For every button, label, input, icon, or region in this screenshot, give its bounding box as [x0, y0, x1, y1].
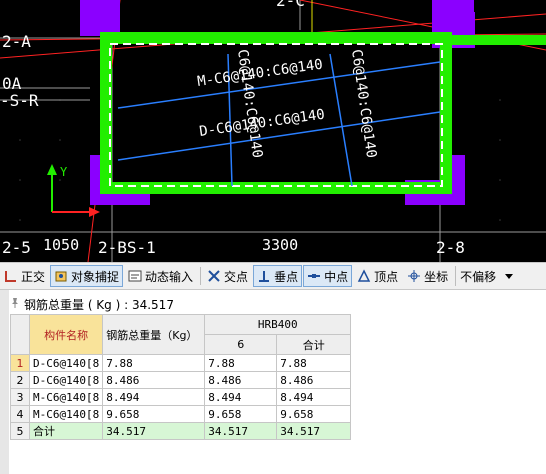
dimension-3300: 3300	[262, 236, 298, 254]
rebar-label-top: M-C6@140:C6@140	[196, 57, 323, 90]
header-total-weight[interactable]: 钢筋总重量（Kg）	[102, 314, 206, 355]
dynamic-input-button[interactable]: 动态输入	[124, 265, 197, 287]
grid-label-2c: 2-C	[276, 0, 305, 10]
grid-label-2-bs-1: 2-BS-1	[98, 238, 156, 257]
midpoint-button[interactable]: 中点	[303, 265, 353, 287]
perpendicular-button[interactable]: 垂点	[253, 265, 303, 287]
grid-label-2a: 2-A	[2, 32, 31, 51]
dynamic-input-label: 动态输入	[145, 269, 194, 284]
row-name: D-C6@140[8	[28, 371, 104, 389]
cad-drawing-canvas[interactable]: M-C6@140:C6@140 D-C6@140:C6@140 C6@140:C…	[0, 0, 546, 262]
row-index: 3	[10, 388, 30, 406]
row-d6: 8.494	[204, 388, 278, 406]
row-name: D-C6@140[8	[28, 354, 104, 372]
snap-toolbar: 正交 对象捕捉 动态输入 交点 垂点 中点 顶点 坐标 不偏移	[0, 262, 546, 290]
pin-icon	[12, 298, 18, 308]
columns	[80, 0, 475, 205]
ucs-y-label: Y	[60, 165, 68, 179]
vertex-icon	[357, 269, 371, 283]
header-diameter-6[interactable]: 6	[204, 334, 278, 355]
ortho-label: 正交	[21, 269, 46, 284]
grid-label-2-8: 2-8	[436, 238, 465, 257]
wall-outline	[100, 32, 546, 194]
row-sum: 8.486	[276, 371, 352, 389]
table-row[interactable]: 4 M-C6@140[8 9.658 9.658 9.658	[10, 405, 352, 423]
row-d6: 34.517	[204, 422, 278, 440]
grid-label-s-r: -S-R	[0, 91, 39, 110]
row-total-weight: 8.486	[102, 371, 206, 389]
grid-label-2-5: 2-5	[2, 238, 31, 257]
offset-select-value: 不偏移	[460, 269, 497, 284]
dimension-1050: 1050	[43, 236, 79, 254]
header-name[interactable]: 构件名称	[28, 314, 104, 355]
object-snap-button[interactable]: 对象捕捉	[50, 265, 124, 287]
row-total-weight: 34.517	[102, 422, 206, 440]
header-sub-total[interactable]: 合计	[276, 334, 352, 355]
midpoint-icon	[307, 269, 321, 283]
object-snap-label: 对象捕捉	[71, 269, 120, 284]
row-index: 4	[10, 405, 30, 423]
ortho-button[interactable]: 正交	[0, 265, 49, 287]
row-total-weight: 8.494	[102, 388, 206, 406]
object-snap-icon	[54, 269, 68, 283]
table-row[interactable]: 2 D-C6@140[8 8.486 8.486 8.486	[10, 371, 352, 389]
table-row[interactable]: 1 D-C6@140[8 7.88 7.88 7.88	[10, 354, 352, 372]
row-d6: 7.88	[204, 354, 278, 372]
row-sum: 7.88	[276, 354, 352, 372]
row-name: 合计	[28, 422, 104, 440]
vertex-label: 顶点	[374, 269, 399, 284]
row-d6: 8.486	[204, 371, 278, 389]
coordinate-label: 坐标	[424, 269, 449, 284]
row-index: 2	[10, 371, 30, 389]
coordinate-button[interactable]: 坐标	[403, 265, 452, 287]
panel-grip[interactable]	[0, 290, 9, 474]
intersection-button[interactable]: 交点	[203, 265, 252, 287]
row-sum: 34.517	[276, 422, 352, 440]
midpoint-label: 中点	[324, 269, 349, 284]
vertex-button[interactable]: 顶点	[353, 265, 402, 287]
row-total-weight: 9.658	[102, 405, 206, 423]
offset-select[interactable]: 不偏移	[455, 266, 514, 286]
perpendicular-icon	[257, 269, 271, 283]
perpendicular-label: 垂点	[274, 269, 299, 284]
ortho-icon	[4, 269, 18, 283]
total-weight-summary: 钢筋总重量 ( Kg ) : 34.517	[24, 298, 174, 312]
row-sum: 8.494	[276, 388, 352, 406]
row-name: M-C6@140[8	[28, 388, 104, 406]
row-index: 1	[10, 354, 30, 372]
toolbar-separator	[200, 267, 202, 285]
chevron-down-icon	[505, 273, 514, 279]
coordinate-icon	[407, 269, 421, 283]
row-sum: 9.658	[276, 405, 352, 423]
row-d6: 9.658	[204, 405, 278, 423]
rebar-weight-table: 构件名称 钢筋总重量（Kg） HRB400 6 合计 1 D-C6@140[8 …	[10, 314, 352, 440]
row-index: 5	[10, 422, 30, 440]
row-total-weight: 7.88	[102, 354, 206, 372]
corner-cell	[10, 314, 30, 355]
table-total-row[interactable]: 5 合计 34.517 34.517 34.517	[10, 422, 352, 440]
intersection-icon	[207, 269, 221, 283]
header-hrb400[interactable]: HRB400	[204, 314, 352, 335]
rebar-label-right: C6@140:C6@140	[348, 48, 379, 159]
row-name: M-C6@140[8	[28, 405, 104, 423]
intersection-label: 交点	[224, 269, 249, 284]
table-row[interactable]: 3 M-C6@140[8 8.494 8.494 8.494	[10, 388, 352, 406]
dynamic-input-icon	[128, 269, 142, 283]
